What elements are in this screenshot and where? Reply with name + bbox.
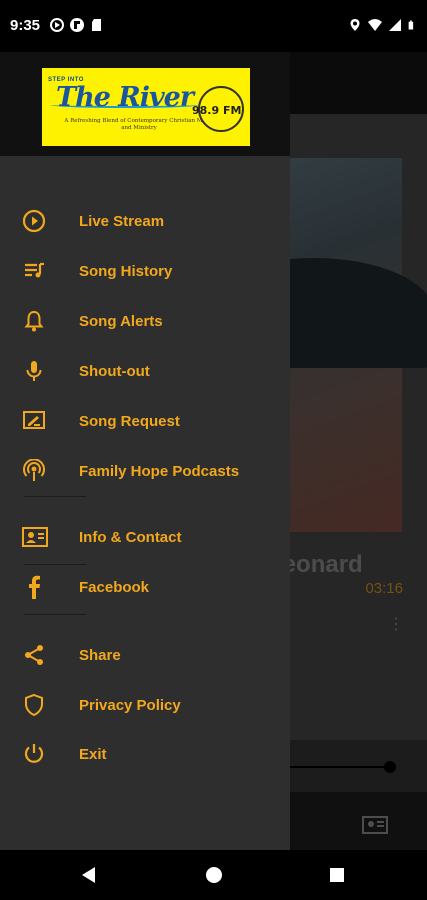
play-circle-icon	[22, 209, 46, 233]
menu-item-song-history[interactable]: Song History	[0, 246, 290, 296]
recents-icon[interactable]	[330, 868, 344, 882]
bell-icon	[24, 310, 44, 332]
menu-label: Exit	[79, 745, 107, 763]
menu-label: Song Alerts	[79, 312, 163, 330]
menu-item-share[interactable]: Share	[0, 630, 290, 680]
status-time: 9:35	[10, 17, 41, 34]
status-system-icons	[348, 18, 417, 32]
menu-item-song-request[interactable]: Song Request	[0, 396, 290, 446]
flipboard-icon	[70, 18, 84, 32]
back-icon[interactable]	[82, 867, 95, 883]
podcast-icon	[23, 459, 45, 481]
sd-card-icon	[92, 19, 101, 31]
system-navigation-bar	[0, 850, 427, 900]
battery-icon	[408, 20, 414, 30]
home-icon[interactable]	[206, 867, 222, 883]
menu-label: Live Stream	[79, 212, 165, 230]
navigation-drawer: STEP INTO The River A Refreshing Blend o…	[0, 52, 290, 850]
menu-item-shout-out[interactable]: Shout-out	[0, 346, 290, 396]
menu-label: Shout-out	[79, 362, 150, 380]
logo-tagline: A Refreshing Blend of Contemporary Chris…	[64, 118, 214, 131]
menu-item-facebook[interactable]: Facebook	[0, 562, 290, 612]
shield-icon	[25, 693, 43, 717]
request-icon	[23, 411, 45, 429]
menu-label: Song Request	[79, 412, 180, 430]
menu-label: Share	[79, 646, 121, 664]
status-notification-icons	[50, 18, 104, 32]
media-icon	[50, 18, 64, 32]
menu-item-info-contact[interactable]: Info & Contact	[0, 512, 290, 562]
logo-title: The River	[56, 82, 194, 113]
logo-frequency: 98.9 FM	[192, 104, 242, 117]
menu-item-privacy-policy[interactable]: Privacy Policy	[0, 680, 290, 730]
microphone-icon	[26, 361, 42, 381]
menu-label: Facebook	[79, 578, 150, 596]
menu-item-live-stream[interactable]: Live Stream	[0, 196, 290, 246]
playlist-icon	[25, 262, 44, 278]
wifi-icon	[368, 19, 382, 31]
menu-label: Privacy Policy	[79, 696, 181, 714]
signal-icon	[389, 19, 401, 31]
contact-card-icon	[22, 527, 48, 547]
power-icon	[24, 744, 44, 763]
status-bar: 9:35	[0, 0, 427, 52]
menu-item-song-alerts[interactable]: Song Alerts	[0, 296, 290, 346]
share-icon	[25, 645, 43, 665]
menu-label: Info & Contact	[79, 528, 182, 546]
facebook-icon	[29, 575, 40, 599]
menu-divider	[24, 496, 86, 497]
drawer-header: STEP INTO The River A Refreshing Blend o…	[0, 52, 290, 156]
menu-label: Family Hope Podcasts	[79, 462, 240, 480]
menu-divider	[24, 614, 86, 615]
menu-item-exit[interactable]: Exit	[0, 729, 290, 779]
location-icon	[350, 19, 360, 31]
menu-label: Song History	[79, 262, 173, 280]
station-logo: STEP INTO The River A Refreshing Blend o…	[42, 68, 250, 146]
menu-item-family-hope-podcasts[interactable]: Family Hope Podcasts	[0, 446, 290, 496]
